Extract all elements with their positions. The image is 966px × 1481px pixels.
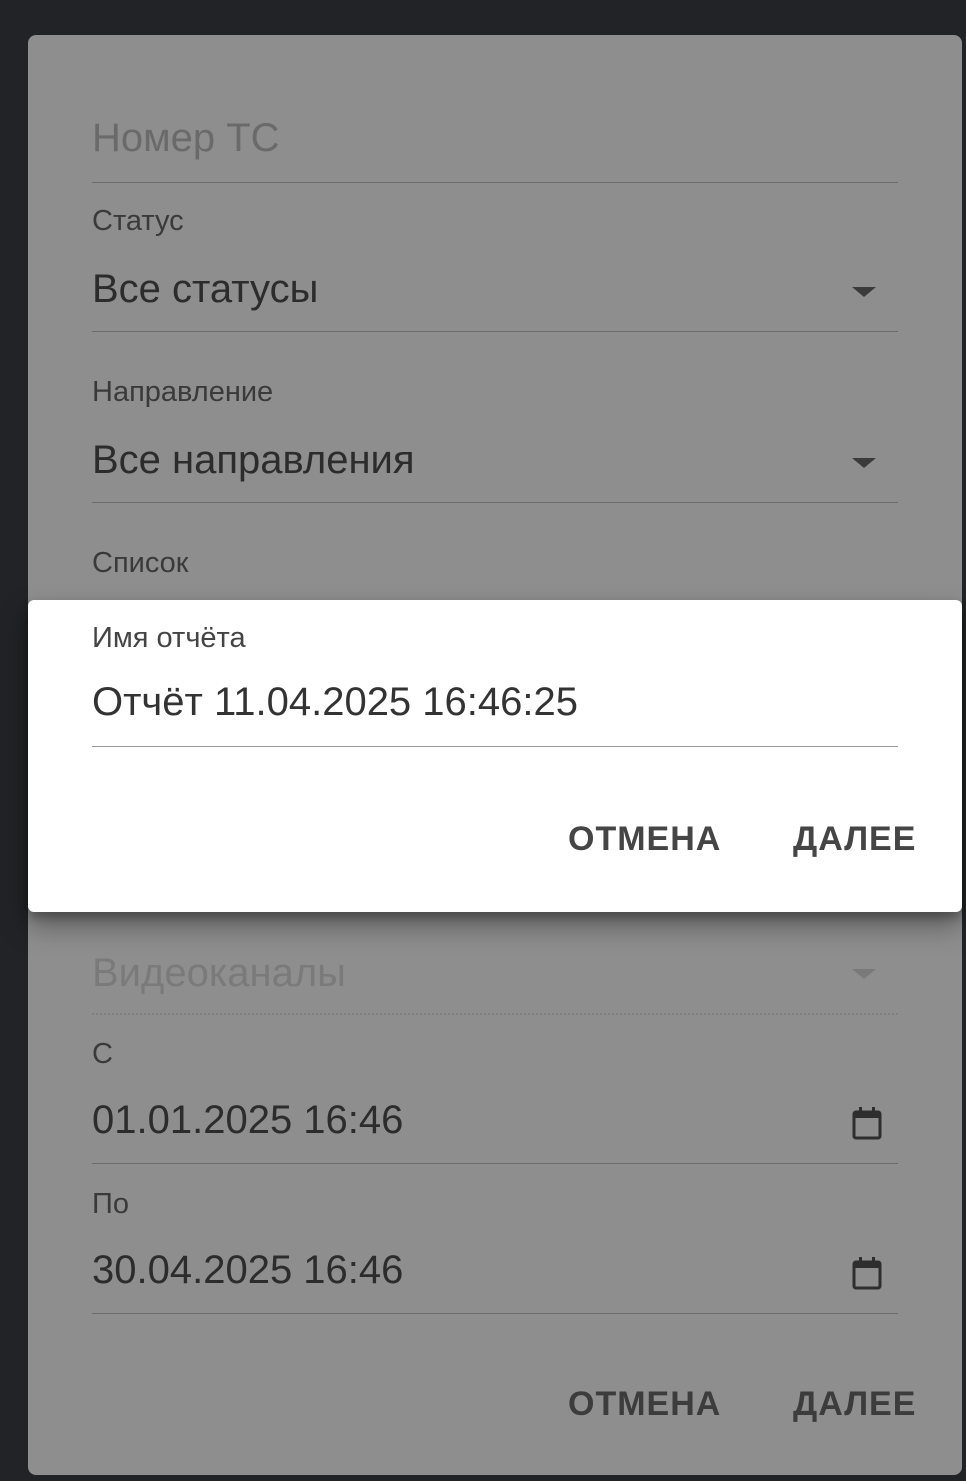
video-channels-underline [92, 1013, 898, 1015]
chevron-down-icon [852, 458, 876, 468]
direction-underline [92, 502, 898, 503]
list-label: Список [92, 547, 189, 579]
next-button[interactable]: ДАЛЕЕ [793, 1385, 916, 1424]
report-next-button[interactable]: ДАЛЕЕ [793, 820, 916, 859]
cancel-button[interactable]: ОТМЕНА [568, 1385, 721, 1424]
status-value: Все статусы [92, 267, 319, 311]
chevron-down-icon [852, 287, 876, 297]
date-from-field[interactable]: С 01.01.2025 16:46 [92, 1038, 898, 1168]
report-name-underline [92, 746, 898, 747]
report-name-input[interactable]: Отчёт 11.04.2025 16:46:25 [92, 680, 578, 725]
vehicle-number-underline [92, 182, 898, 183]
date-to-label: По [92, 1188, 129, 1220]
date-to-value: 30.04.2025 16:46 [92, 1248, 404, 1292]
date-to-underline [92, 1313, 898, 1314]
calendar-icon[interactable] [852, 1106, 882, 1140]
report-name-label: Имя отчёта [92, 622, 246, 654]
status-underline [92, 331, 898, 332]
direction-select[interactable]: Направление Все направления [92, 376, 898, 506]
status-label: Статус [92, 205, 184, 237]
video-channels-placeholder: Видеоканалы [92, 951, 346, 995]
chevron-down-icon [852, 969, 876, 979]
status-select[interactable]: Статус Все статусы [92, 205, 898, 335]
date-to-field[interactable]: По 30.04.2025 16:46 [92, 1188, 898, 1318]
report-name-field[interactable]: Имя отчёта Отчёт 11.04.2025 16:46:25 [92, 622, 898, 750]
report-cancel-button[interactable]: ОТМЕНА [568, 820, 721, 859]
vehicle-number-field[interactable]: Номер ТС [92, 110, 898, 185]
direction-value: Все направления [92, 438, 415, 482]
date-from-underline [92, 1163, 898, 1164]
date-from-value: 01.01.2025 16:46 [92, 1098, 404, 1142]
vehicle-number-placeholder: Номер ТС [92, 116, 280, 160]
report-name-dialog: Имя отчёта Отчёт 11.04.2025 16:46:25 ОТМ… [28, 600, 962, 912]
video-channels-select: Видеоканалы [92, 945, 898, 1020]
list-select[interactable]: Список [92, 547, 898, 597]
direction-label: Направление [92, 376, 274, 408]
calendar-icon[interactable] [852, 1256, 882, 1290]
date-from-label: С [92, 1038, 113, 1070]
